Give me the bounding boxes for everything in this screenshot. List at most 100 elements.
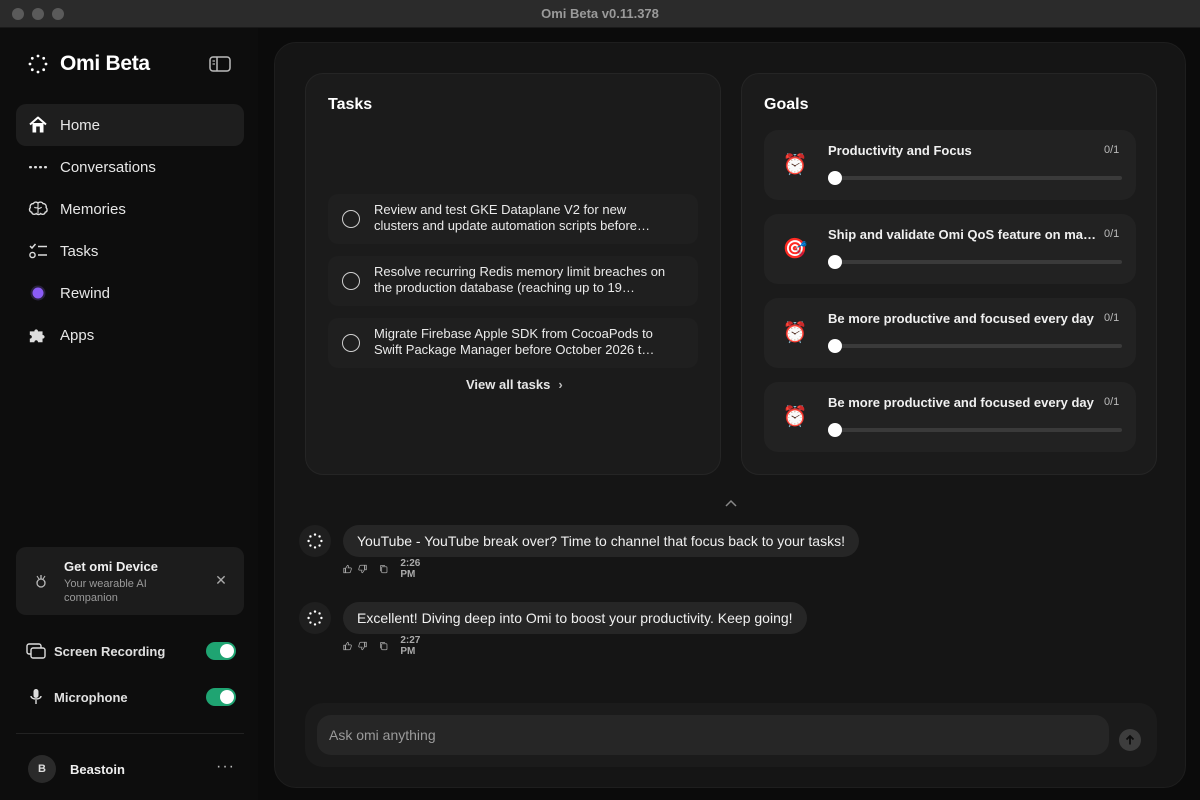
goal-item[interactable]: ⏰ Be more productive and focused every d… [764,382,1136,452]
sidebar-item-label: Conversations [60,158,156,176]
sidebar-item-tasks[interactable]: Tasks [16,230,244,272]
chat-composer [305,703,1157,767]
omi-avatar-icon [299,602,331,634]
promo-title: Get omi Device [64,559,158,574]
microphone-icon [26,688,46,706]
screen-recording-label: Screen Recording [54,643,166,659]
goal-count: 0/1 [1104,396,1120,408]
goal-progress-track [828,339,1122,353]
view-all-tasks-label: View all tasks [466,377,551,392]
message-bubble: YouTube - YouTube break over? Time to ch… [343,525,859,557]
sidebar-item-memories[interactable]: Memories [16,188,244,230]
zoom-window-button[interactable] [52,8,64,20]
user-name: Beastoin [70,761,125,777]
message-time: 2:27 PM [400,635,421,657]
alarm-clock-icon: ⏰ [782,406,808,428]
minimize-window-button[interactable] [32,8,44,20]
task-checkbox[interactable] [342,334,360,352]
sidebar: Omi Beta Home Conversations Memories Tas… [0,28,258,800]
task-checkbox[interactable] [342,210,360,228]
copy-icon[interactable] [379,640,388,652]
sidebar-item-conversations[interactable]: Conversations [16,146,244,188]
goal-count: 0/1 [1104,144,1120,156]
sidebar-item-label: Apps [60,326,95,344]
task-item[interactable]: Review and test GKE Dataplane V2 for new… [328,194,698,244]
goal-title: Productivity and Focus [828,143,972,158]
close-window-button[interactable] [12,8,24,20]
goal-count: 0/1 [1104,228,1120,240]
task-item[interactable]: Resolve recurring Redis memory limit bre… [328,256,698,306]
copy-icon[interactable] [379,563,388,575]
sidebar-item-label: Home [60,116,101,134]
goal-title: Ship and validate Omi QoS feature on ma… [828,227,1096,242]
goal-progress-track [828,171,1122,185]
microphone-row: Microphone [26,686,236,708]
brand: Omi Beta [28,52,150,76]
get-device-promo[interactable]: Get omi Device Your wearable AI companio… [16,547,244,615]
tasks-title: Tasks [328,96,373,113]
promo-subtitle: Your wearable AI companion [64,578,147,604]
thumbs-up-icon[interactable] [343,563,352,575]
sidebar-item-apps[interactable]: Apps [16,314,244,356]
sidebar-item-rewind[interactable]: Rewind [16,272,244,314]
task-item[interactable]: Migrate Firebase Apple SDK from CocoaPod… [328,318,698,368]
microphone-toggle[interactable] [206,688,236,706]
sidebar-divider [16,733,244,734]
microphone-label: Microphone [54,689,128,705]
tasks-card: Tasks Review and test GKE Dataplane V2 f… [305,73,721,475]
user-profile[interactable]: B Beastoin [28,755,125,783]
message-bubble: Excellent! Diving deep into Omi to boost… [343,602,807,634]
send-button[interactable] [1119,729,1141,751]
goals-title: Goals [764,96,809,113]
more-options-icon[interactable]: ··· [216,758,235,776]
window-titlebar: Omi Beta v0.11.378 [0,0,1200,28]
omi-device-icon [36,575,46,588]
view-all-tasks-link[interactable]: View all tasks › [466,377,563,392]
sidebar-item-home[interactable]: Home [16,104,244,146]
goal-item[interactable]: ⏰ Be more productive and focused every d… [764,298,1136,368]
dots-icon [28,157,48,177]
goal-progress-slider[interactable] [828,171,842,185]
omi-avatar-icon [299,525,331,557]
sidebar-nav: Home Conversations Memories Tasks Rewind [16,104,244,356]
task-text: Resolve recurring Redis memory limit bre… [374,264,666,295]
screen-recording-toggle[interactable] [206,642,236,660]
brand-name: Omi Beta [60,52,150,75]
target-icon: 🎯 [782,238,808,260]
screen-recording-icon [26,642,46,660]
thumbs-down-icon[interactable] [358,640,367,652]
sidebar-item-label: Rewind [60,284,111,302]
home-icon [28,115,48,135]
goal-item[interactable]: ⏰ Productivity and Focus 0/1 [764,130,1136,200]
checklist-icon [28,241,48,261]
message-meta: 2:26 PM [343,558,429,580]
rewind-dot-icon [28,283,48,303]
alarm-clock-icon: ⏰ [782,322,808,344]
close-icon[interactable]: ✕ [214,573,228,587]
goal-item[interactable]: 🎯 Ship and validate Omi QoS feature on m… [764,214,1136,284]
sidebar-toggle-icon[interactable] [209,56,231,72]
goal-progress-slider[interactable] [828,339,842,353]
chevron-right-icon: › [558,377,563,392]
goal-count: 0/1 [1104,312,1120,324]
task-text: Migrate Firebase Apple SDK from CocoaPod… [374,326,655,357]
thumbs-up-icon[interactable] [343,640,352,652]
message-time: 2:26 PM [400,558,421,580]
screen-recording-row: Screen Recording [26,640,236,662]
avatar: B [28,755,56,783]
omi-logo-icon [28,54,48,74]
goal-progress-slider[interactable] [828,423,842,437]
sidebar-item-label: Memories [60,200,126,218]
goal-progress-track [828,423,1122,437]
ask-omi-input[interactable] [317,715,1109,755]
task-checkbox[interactable] [342,272,360,290]
goal-title: Be more productive and focused every day [828,311,1094,326]
sidebar-item-label: Tasks [60,242,99,260]
chevron-up-icon[interactable] [724,498,738,508]
goal-progress-slider[interactable] [828,255,842,269]
arrow-up-icon [1125,734,1135,745]
thumbs-down-icon[interactable] [358,563,367,575]
message-meta: 2:27 PM [343,635,429,657]
goals-card: Goals ⏰ Productivity and Focus 0/1 🎯 Shi… [741,73,1157,475]
window-title: Omi Beta v0.11.378 [541,6,659,21]
